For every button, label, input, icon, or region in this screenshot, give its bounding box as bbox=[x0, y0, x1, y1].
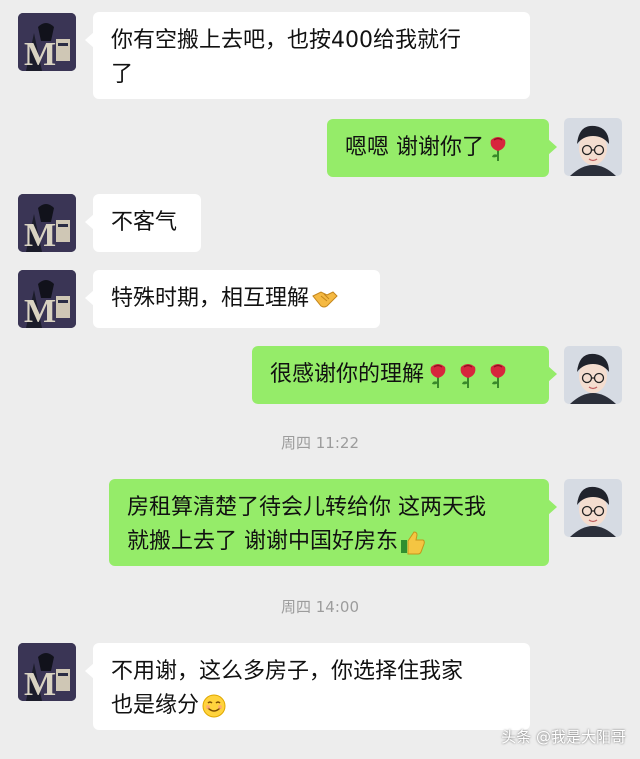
message-text: 很感谢你的理解 bbox=[270, 362, 425, 387]
message-bubble[interactable]: 很感谢你的理解 bbox=[252, 346, 557, 404]
bubble-tail bbox=[85, 663, 94, 679]
contact-avatar[interactable] bbox=[18, 194, 76, 252]
timestamp: 周四 11:22 bbox=[281, 434, 359, 452]
self-avatar[interactable] bbox=[564, 479, 622, 537]
message-bubble[interactable]: 特殊时期，相互理解 bbox=[85, 270, 380, 328]
message-bubble[interactable]: 不用谢，这么多房子，你选择住我家 也是缘分 bbox=[85, 643, 530, 730]
rose-emoji bbox=[489, 363, 507, 388]
message-text: 不用谢，这么多房子，你选择住我家 bbox=[111, 659, 464, 684]
bubble-tail bbox=[85, 290, 94, 306]
message-text: 了 bbox=[111, 62, 134, 87]
message-bubble[interactable]: 房租算清楚了待会儿转给你 这两天我 就搬上去了 谢谢中国好房东 bbox=[109, 479, 557, 566]
message-text: 就搬上去了 谢谢中国好房东 bbox=[127, 529, 398, 554]
message-text: 也是缘分 bbox=[111, 693, 200, 718]
self-avatar[interactable] bbox=[564, 118, 622, 176]
bubble-tail bbox=[85, 214, 94, 230]
contact-avatar[interactable] bbox=[18, 13, 76, 71]
rose-emoji bbox=[429, 363, 447, 388]
bubble-tail bbox=[548, 366, 557, 382]
handshake-emoji bbox=[312, 291, 338, 308]
contact-avatar[interactable] bbox=[18, 643, 76, 701]
watermark: 头条 @我是大阳哥 bbox=[501, 728, 626, 746]
message-text: 不客气 bbox=[111, 210, 178, 235]
bubble-tail bbox=[548, 499, 557, 515]
smile-emoji bbox=[202, 694, 226, 718]
thumbs-up-emoji bbox=[401, 531, 425, 555]
message-bubble[interactable]: 嗯嗯 谢谢你了 bbox=[327, 119, 557, 177]
message-bubble[interactable]: 不客气 bbox=[85, 194, 201, 252]
message-bubble[interactable]: 你有空搬上去吧，也按400给我就行 了 bbox=[85, 12, 530, 99]
bubble-tail bbox=[85, 32, 94, 48]
message-text: 特殊时期，相互理解 bbox=[111, 286, 310, 311]
rose-emoji bbox=[489, 136, 507, 161]
message-text: 房租算清楚了待会儿转给你 这两天我 bbox=[127, 495, 486, 520]
message-text: 你有空搬上去吧，也按400给我就行 bbox=[111, 28, 461, 53]
contact-avatar[interactable] bbox=[18, 270, 76, 328]
message-text: 嗯嗯 谢谢你了 bbox=[345, 135, 484, 160]
bubble-tail bbox=[548, 139, 557, 155]
self-avatar[interactable] bbox=[564, 346, 622, 404]
timestamp: 周四 14:00 bbox=[281, 598, 359, 616]
rose-emoji bbox=[459, 363, 477, 388]
